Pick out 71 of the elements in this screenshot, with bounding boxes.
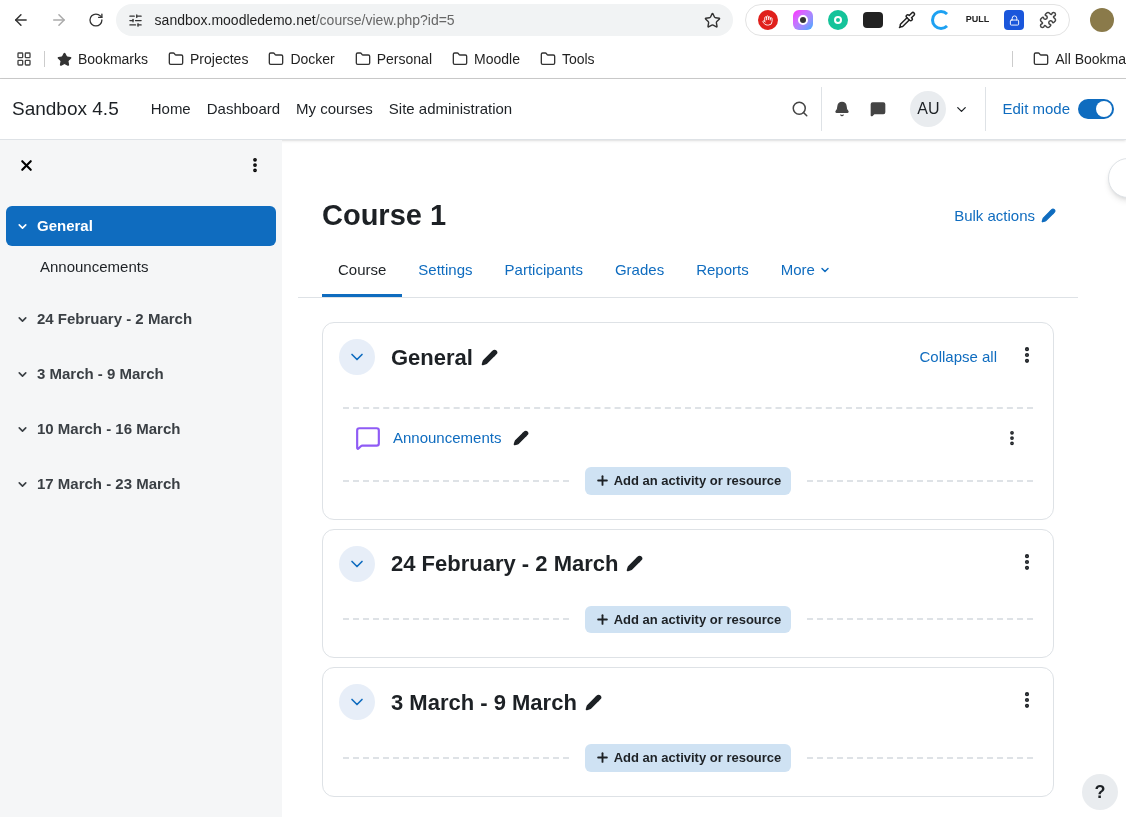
edit-mode-label: Edit mode [1002,98,1070,119]
site-brand[interactable]: Sandbox 4.5 [12,94,119,124]
back-icon[interactable] [12,11,30,29]
bookmark-item[interactable]: Docker [268,48,335,70]
pencil-icon[interactable] [584,693,602,711]
nav-link[interactable]: Site administration [388,97,513,121]
course-index-item[interactable]: General [6,206,276,246]
address-bar[interactable]: sandbox.moodledemo.net/course/view.php?id=5 [115,4,733,36]
course-tab[interactable]: Participants [488,245,599,297]
bookmark-item[interactable]: Projectes [168,48,249,70]
folder-icon [168,51,185,67]
course-tab[interactable]: Course [322,245,403,297]
eyedropper-icon[interactable] [897,11,916,29]
ring-icon[interactable] [792,10,813,30]
folder-icon [539,51,556,67]
collapse-all-link[interactable]: Collapse all [919,345,997,369]
profile-avatar[interactable] [1090,8,1114,32]
folder-icon [354,51,371,67]
activity-link[interactable]: Announcements [393,426,502,450]
course-tab[interactable]: Settings [402,245,489,297]
pencil-icon[interactable] [513,430,530,446]
course-tab[interactable]: Grades [598,245,681,297]
bookmark-item[interactable]: Bookmarks [57,48,149,70]
bell-icon[interactable] [834,101,851,117]
course-index-item[interactable]: 3 March - 9 March [6,354,276,395]
add-activity-button[interactable]: Add an activity or resource [584,605,792,633]
pencil-icon [1041,208,1056,224]
edit-mode-switch[interactable] [1078,99,1114,119]
course-index-item[interactable]: 17 March - 23 March [6,464,276,505]
course-index-activity[interactable]: Announcements [6,246,276,285]
url-text: sandbox.moodledemo.net/course/view.php?id=5 [154,10,455,30]
nav-link[interactable]: My courses [296,97,373,121]
add-activity-button[interactable]: Add an activity or resource [584,744,792,772]
extension-icon[interactable]: PULL [965,13,990,27]
search-icon[interactable] [791,100,810,118]
bookmark-star-icon[interactable] [703,11,721,29]
bookmark-item[interactable]: Personal [354,48,432,70]
folder-icon [1033,51,1050,67]
lock-icon[interactable] [1004,10,1025,30]
section-title: General [391,343,473,372]
course-index-item[interactable]: 10 March - 16 March [6,409,276,450]
bookmark-item[interactable]: All Bookma [1033,48,1126,70]
folder-icon [268,51,285,67]
bulk-actions-link[interactable]: Bulk actions [954,204,1056,227]
section-title: 24 February - 2 March [391,550,619,578]
course-tab[interactable]: Reports [680,245,765,297]
star-icon [57,51,72,67]
reload-icon[interactable] [87,12,104,28]
folder-icon [452,51,468,67]
user-avatar[interactable]: AU [910,91,947,127]
chat-icon[interactable] [870,101,887,117]
add-activity-button[interactable]: Add an activity or resource [584,467,792,495]
bookmark-item[interactable]: Moodle [452,48,520,70]
apps-icon[interactable] [16,51,32,67]
bookmark-item[interactable]: Tools [539,48,595,70]
nav-link[interactable]: Dashboard [206,97,281,121]
stop-hand-icon[interactable] [757,10,778,30]
forum-icon [355,425,381,451]
course-index-item[interactable]: 24 February - 2 March [6,299,276,340]
section-title: 3 March - 9 March [391,688,577,717]
course-tab[interactable]: More [764,245,847,297]
pencil-icon[interactable] [480,348,498,366]
plus-icon [594,611,610,627]
plus-icon [594,473,610,489]
pencil-icon[interactable] [626,555,644,572]
plus-icon [594,750,610,766]
help-button[interactable]: ? [1082,774,1118,810]
nav-link[interactable]: Home [150,97,191,121]
puzzle-icon[interactable] [1039,11,1058,29]
course-title: Course 1 [322,198,447,233]
site-settings-icon[interactable] [127,12,143,28]
